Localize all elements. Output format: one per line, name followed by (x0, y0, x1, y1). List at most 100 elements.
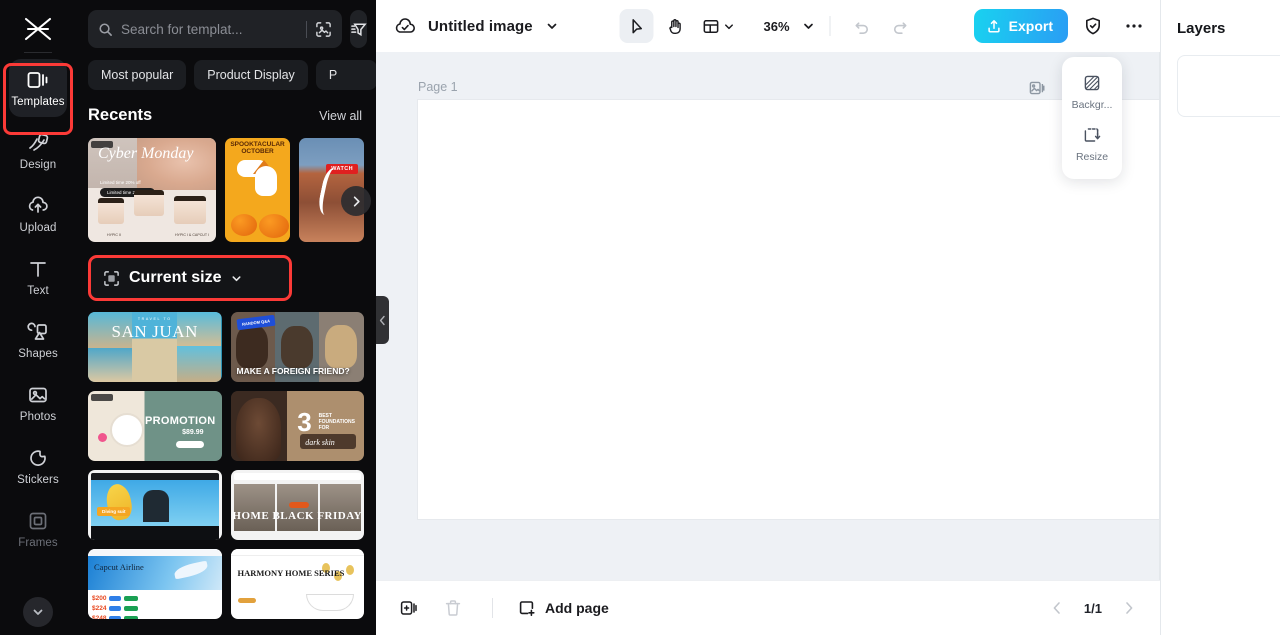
hand-tool-button[interactable] (657, 9, 691, 43)
chip-product-display[interactable]: Product Display (194, 60, 308, 90)
template-card-cyber-monday[interactable]: Cyber Monday Limited time 20% off Limite… (88, 138, 217, 242)
export-button[interactable]: Export (973, 9, 1068, 43)
layout-chevron-down-icon (722, 20, 735, 33)
template-card-promotion[interactable]: PROMOTION $89.99 (88, 391, 222, 461)
layer-item[interactable] (1177, 55, 1280, 117)
template-card-diving-suit[interactable]: Diving suit (88, 470, 222, 540)
text-icon (26, 257, 50, 281)
template-card-spooktacular[interactable]: SPOOKTACULAR OCTOBER (225, 138, 291, 242)
toolbar-left-group: Untitled image (394, 17, 559, 36)
redo-button[interactable] (883, 9, 917, 43)
next-page-button[interactable] (1114, 593, 1144, 623)
sidebar-item-templates[interactable]: Templates (9, 59, 67, 117)
filter-button[interactable] (350, 10, 367, 48)
canvas-stage[interactable]: Page 1 Backgr... Resize (376, 52, 1160, 580)
template-title: MAKE A FOREIGN FRIEND? (236, 366, 350, 376)
chip-most-popular[interactable]: Most popular (88, 60, 187, 90)
current-size-icon (103, 270, 120, 287)
template-card-harmony-home[interactable]: HARMONY HOME SERIES (230, 549, 364, 619)
sidebar-item-stickers[interactable]: Stickers (9, 437, 67, 495)
page-label: Page 1 (418, 80, 458, 94)
document-title-chevron-down-icon[interactable] (545, 19, 559, 33)
panel-collapse-handle[interactable] (376, 296, 389, 344)
select-tool-button[interactable] (619, 9, 654, 43)
category-chips: Most popular Product Display P (76, 48, 376, 90)
rail-expand-button[interactable] (23, 597, 53, 627)
sidebar-item-upload[interactable]: Upload (9, 185, 67, 243)
sidebar-item-design[interactable]: Design (9, 122, 67, 180)
template-title: SPOOKTACULAR OCTOBER (230, 141, 285, 155)
cloud-saved-icon[interactable] (394, 17, 416, 36)
sidebar-item-label: Stickers (17, 474, 59, 486)
document-title[interactable]: Untitled image (428, 18, 533, 35)
recents-header: Recents View all (76, 90, 376, 134)
template-price: $224 (92, 604, 107, 612)
sidebar-item-frames[interactable]: Frames (9, 500, 67, 558)
sidebar-item-text[interactable]: Text (9, 248, 67, 306)
search-box[interactable] (88, 10, 342, 48)
sidebar-item-label: Upload (19, 222, 57, 234)
sidebar-item-shapes[interactable]: Shapes (9, 311, 67, 369)
view-all-link[interactable]: View all (319, 109, 362, 123)
carousel-next-button[interactable] (341, 186, 371, 216)
zoom-chevron-down-icon[interactable] (802, 19, 816, 33)
cursor-arrow-icon (627, 17, 646, 36)
sidebar-item-label: Design (19, 159, 57, 171)
layers-panel: Layers (1160, 0, 1280, 635)
resize-button[interactable]: Resize (1062, 118, 1122, 170)
template-card-capcut-airline[interactable]: Capcut Airline $200 $224 $248 (88, 549, 222, 619)
template-card-foundations[interactable]: 3 BEST FOUNDATIONS FOR dark skin (230, 391, 364, 461)
duplicate-icon (399, 598, 419, 618)
current-size-button[interactable]: Current size (91, 258, 289, 298)
search-icon (98, 22, 113, 37)
page-indicator: 1/1 (1083, 600, 1102, 616)
design-canvas[interactable] (418, 100, 1160, 519)
template-title: PROMOTION (144, 415, 216, 427)
resize-icon (1082, 125, 1102, 145)
chevron-right-icon (1121, 600, 1137, 616)
template-caption-1: HYPIC II (107, 233, 121, 237)
duplicate-button[interactable] (394, 593, 424, 623)
upload-icon (26, 194, 50, 218)
duplicate-page-button[interactable] (1026, 77, 1048, 99)
more-horizontal-icon (1123, 16, 1143, 36)
undo-icon (852, 17, 871, 36)
template-card-foreign-friend[interactable]: RANDOM Q&A MAKE A FOREIGN FRIEND? (230, 312, 364, 382)
capcut-logo-icon (18, 12, 58, 46)
bottom-left-group: Add page (394, 593, 609, 623)
recents-carousel: Cyber Monday Limited time 20% off Limite… (88, 138, 371, 242)
shield-check-icon (1083, 16, 1103, 36)
current-size-row: Current size (88, 255, 364, 301)
sidebar-item-label: Templates (11, 96, 65, 108)
zoom-level-value[interactable]: 36% (763, 19, 789, 34)
sidebar-item-photos[interactable]: Photos (9, 374, 67, 432)
sidebar-item-label: Photos (19, 411, 57, 423)
templates-scroll-area[interactable]: Cyber Monday Limited time 20% off Limite… (76, 138, 376, 635)
toolbar-divider (829, 16, 831, 36)
chevron-right-icon (350, 195, 363, 208)
more-options-button[interactable] (1118, 11, 1148, 41)
panel-search-row (76, 0, 376, 48)
template-card-black-friday-home[interactable]: HOME BLACK FRIDAY (230, 470, 364, 540)
redo-icon (890, 17, 909, 36)
export-upload-icon (986, 18, 1002, 34)
background-button[interactable]: Backgr... (1062, 66, 1122, 118)
template-title: BEST FOUNDATIONS FOR (318, 413, 355, 431)
template-script: dark skin (305, 438, 335, 447)
layout-tool-button[interactable] (695, 9, 741, 43)
background-button-label: Backgr... (1071, 99, 1113, 111)
delete-button[interactable] (438, 593, 468, 623)
photos-icon (26, 383, 50, 407)
prev-page-button[interactable] (1042, 593, 1072, 623)
undo-button[interactable] (845, 9, 879, 43)
image-search-icon[interactable] (315, 21, 332, 38)
add-page-button[interactable]: Add page (517, 598, 609, 618)
bottom-toolbar: Add page 1/1 (376, 580, 1160, 635)
chip-partial[interactable]: P (315, 60, 376, 90)
template-card-san-juan[interactable]: TRAVEL TO SAN JUAN (88, 312, 222, 382)
shield-check-button[interactable] (1078, 11, 1108, 41)
resize-button-label: Resize (1075, 151, 1109, 163)
search-input[interactable] (121, 21, 298, 37)
templates-panel: Most popular Product Display P Recents V… (76, 0, 376, 635)
trash-icon (443, 598, 463, 618)
